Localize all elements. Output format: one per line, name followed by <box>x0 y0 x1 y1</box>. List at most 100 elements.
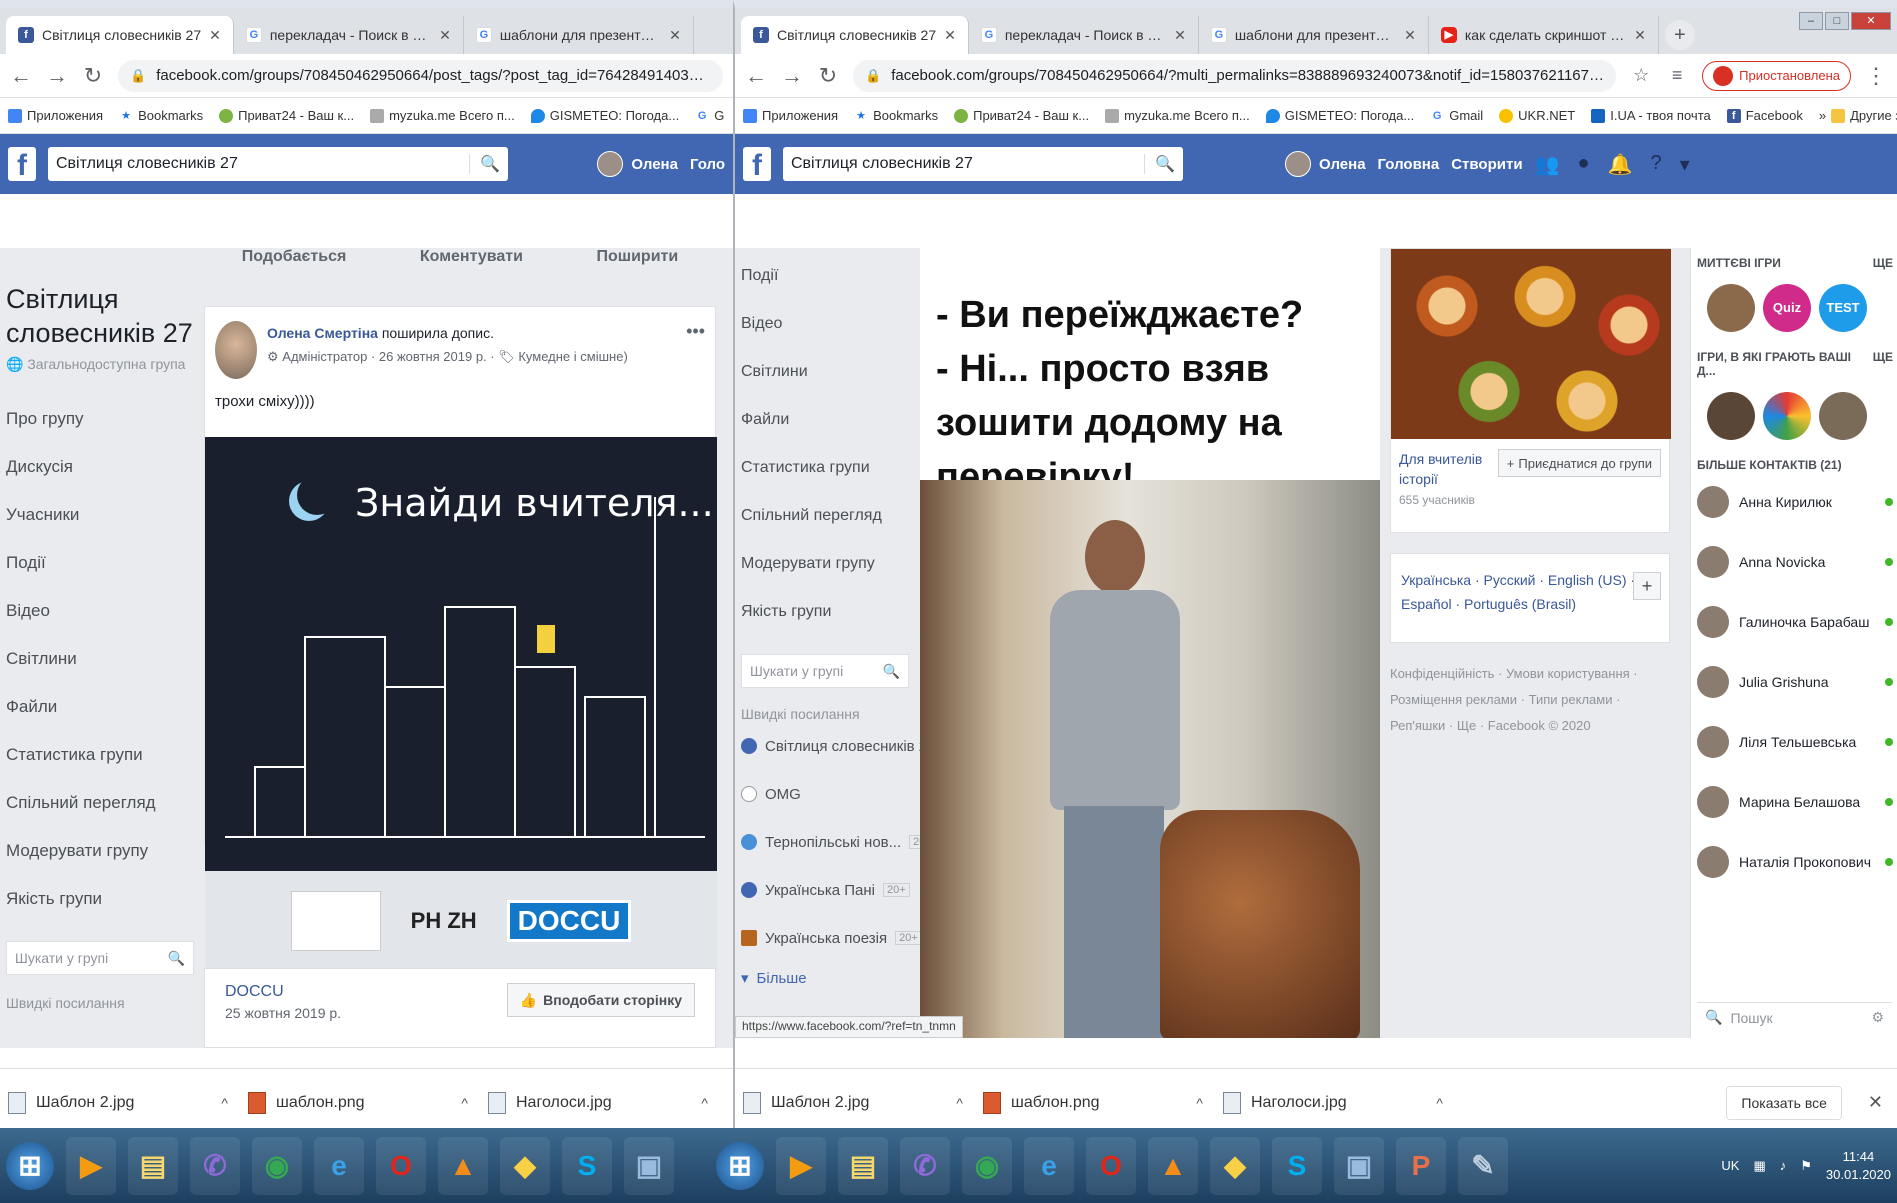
chevron-up-icon[interactable]: ^ <box>1436 1095 1443 1111</box>
bookmark-other[interactable]: » Другие закладки <box>1819 108 1897 123</box>
bookmark-iua[interactable]: I.UA - твоя почта <box>1591 108 1711 123</box>
forward-arrow-icon[interactable]: → <box>46 63 68 89</box>
star-icon[interactable]: ☆ <box>1630 65 1652 86</box>
game-tile[interactable] <box>1707 392 1755 440</box>
nav-quality[interactable]: Якість групи <box>6 875 194 923</box>
vlc-icon[interactable]: ▲ <box>1148 1136 1198 1195</box>
footer-links[interactable]: Конфіденційність · Умови користування · … <box>1390 661 1680 739</box>
share-action[interactable]: Поширити <box>596 248 678 270</box>
file-explorer-icon[interactable]: ▤ <box>838 1136 888 1195</box>
help-icon[interactable]: ? <box>1650 152 1661 177</box>
nav-files[interactable]: Файли <box>741 396 909 444</box>
chevron-up-icon[interactable]: ^ <box>461 1095 468 1111</box>
shortcut-item[interactable]: Українська Пані 20+ <box>741 866 910 914</box>
chat-search-input[interactable]: 🔍 Пошук ⚙ <box>1697 1002 1892 1032</box>
bookmark-ukrnet[interactable]: UKR.NET <box>1499 108 1575 123</box>
nav-events[interactable]: Події <box>6 539 194 587</box>
nav-quality[interactable]: Якість групи <box>741 588 909 636</box>
game-tile[interactable] <box>1707 284 1755 332</box>
contact-item[interactable]: Ліля Тельшевська <box>1697 712 1893 772</box>
tab-facebook-group[interactable]: f Світлиця словесників 27 ✕ <box>741 16 969 54</box>
nav-discussion[interactable]: Дискусія <box>6 443 194 491</box>
download-item[interactable]: Шаблон 2.jpg ^ <box>743 1091 963 1114</box>
bookmark-apps[interactable]: Приложения <box>8 108 103 123</box>
viber-icon[interactable]: ✆ <box>190 1136 240 1195</box>
tab-facebook-group[interactable]: f Світлиця словесників 27 ✕ <box>6 16 234 54</box>
language-indicator[interactable]: UK <box>1721 1158 1739 1173</box>
shortcut-item[interactable]: Світлиця словесників 27 <box>741 722 935 770</box>
more-options-icon[interactable]: ••• <box>686 321 705 379</box>
group-search-input[interactable]: Шукати у групі 🔍 <box>741 654 909 688</box>
user-profile-link[interactable]: Олена <box>597 151 678 177</box>
chevron-up-icon[interactable]: ^ <box>221 1095 228 1111</box>
file-explorer-icon[interactable]: ▤ <box>128 1136 178 1195</box>
close-icon[interactable]: ✕ <box>439 27 451 44</box>
nav-photos[interactable]: Світлини <box>741 348 909 396</box>
download-item[interactable]: шаблон.png ^ <box>983 1091 1203 1114</box>
show-all-downloads-button[interactable]: Показать все <box>1726 1085 1842 1120</box>
contact-item[interactable]: Марина Белашова <box>1697 772 1893 832</box>
shortcut-item[interactable]: OMG <box>741 770 909 818</box>
forward-arrow-icon[interactable]: → <box>781 63 803 89</box>
internet-explorer-icon[interactable]: e <box>314 1136 364 1195</box>
nav-moderate[interactable]: Модерувати групу <box>6 827 194 875</box>
nav-watch-party[interactable]: Спільний перегляд <box>741 492 909 540</box>
shortcut-item[interactable]: Тернопільські нов...20+ <box>741 818 936 866</box>
chevron-down-icon[interactable]: ▾ <box>1680 152 1690 177</box>
chrome-icon[interactable]: ◉ <box>252 1136 302 1195</box>
opera-icon[interactable]: O <box>376 1136 426 1195</box>
profile-button[interactable]: Приостановлена <box>1702 60 1851 91</box>
sticky-notes-icon[interactable]: ◆ <box>500 1136 550 1195</box>
add-language-button[interactable]: + <box>1633 572 1661 600</box>
more-link[interactable]: ЩЕ <box>1873 256 1893 270</box>
back-arrow-icon[interactable]: ← <box>745 63 767 89</box>
chevron-up-icon[interactable]: ^ <box>956 1095 963 1111</box>
messenger-icon[interactable]: ● <box>1577 152 1589 177</box>
nav-about[interactable]: Про групу <box>6 395 194 443</box>
paint-icon[interactable]: ✎ <box>1458 1136 1508 1195</box>
contact-item[interactable]: Julia Grishuna <box>1697 652 1893 712</box>
reload-icon[interactable]: ↻ <box>82 63 104 89</box>
group-cover-image[interactable] <box>1391 249 1671 439</box>
search-icon[interactable]: 🔍 <box>168 950 185 967</box>
network-icon[interactable]: ▦ <box>1753 1158 1765 1174</box>
bookmark-privat24[interactable]: Приват24 - Ваш к... <box>219 108 354 123</box>
close-icon[interactable]: ✕ <box>1634 27 1646 44</box>
post-date[interactable]: 26 жовтня 2019 р. <box>379 349 487 364</box>
language-links[interactable]: Українська · Русский · English (US) · Es… <box>1401 572 1635 612</box>
facebook-logo-icon[interactable]: f <box>8 147 36 182</box>
nav-insights[interactable]: Статистика групи <box>6 731 194 779</box>
home-link[interactable]: Головна <box>1378 156 1440 173</box>
url-input[interactable]: 🔒 facebook.com/groups/708450462950664/po… <box>118 59 723 92</box>
comment-action[interactable]: Коментувати <box>420 248 523 270</box>
bookmark-gmail[interactable]: G Gmail <box>1430 108 1483 123</box>
gear-icon[interactable]: ⚙ <box>1871 1009 1884 1026</box>
like-action[interactable]: Подобається <box>242 248 347 270</box>
media-player-icon[interactable]: ▶ <box>776 1136 826 1195</box>
close-icon[interactable]: ✕ <box>1868 1092 1883 1113</box>
windows-start-icon[interactable]: ⊞ <box>716 1141 764 1190</box>
bookmark-facebook[interactable]: f Facebook <box>1726 108 1803 123</box>
test-game-icon[interactable]: TEST <box>1819 284 1867 332</box>
new-tab-button[interactable]: + <box>1664 20 1695 50</box>
search-icon[interactable]: 🔍 <box>1144 154 1175 174</box>
tab-google-translate[interactable]: G перекладач - Поиск в Google ✕ <box>968 16 1199 54</box>
nav-videos[interactable]: Відео <box>741 300 909 348</box>
nav-watch-party[interactable]: Спільний перегляд <box>6 779 194 827</box>
more-link[interactable]: ЩЕ <box>1873 350 1893 378</box>
close-icon[interactable]: ✕ <box>669 27 681 44</box>
bookmark-gismeteo[interactable]: GISMETEO: Погода... <box>1265 108 1414 123</box>
volume-icon[interactable]: ♪ <box>1780 1158 1787 1173</box>
opera-icon[interactable]: O <box>1086 1136 1136 1195</box>
download-item[interactable]: Шаблон 2.jpg ^ <box>8 1091 228 1114</box>
join-group-button[interactable]: + Приєднатися до групи <box>1497 449 1661 477</box>
bookmark-myzuka[interactable]: myzuka.me Всего п... <box>1105 108 1250 123</box>
close-icon[interactable]: ✕ <box>944 27 956 44</box>
nav-files[interactable]: Файли <box>6 683 194 731</box>
flag-icon[interactable]: ⚑ <box>1800 1158 1812 1174</box>
media-player-icon[interactable]: ▶ <box>66 1136 116 1195</box>
bookmark-bookmarks[interactable]: ★ Bookmarks <box>854 108 938 123</box>
download-item[interactable]: Наголоси.jpg ^ <box>1223 1091 1443 1114</box>
bookmark-privat24[interactable]: Приват24 - Ваш к... <box>954 108 1089 123</box>
create-link[interactable]: Створити <box>1451 156 1522 173</box>
